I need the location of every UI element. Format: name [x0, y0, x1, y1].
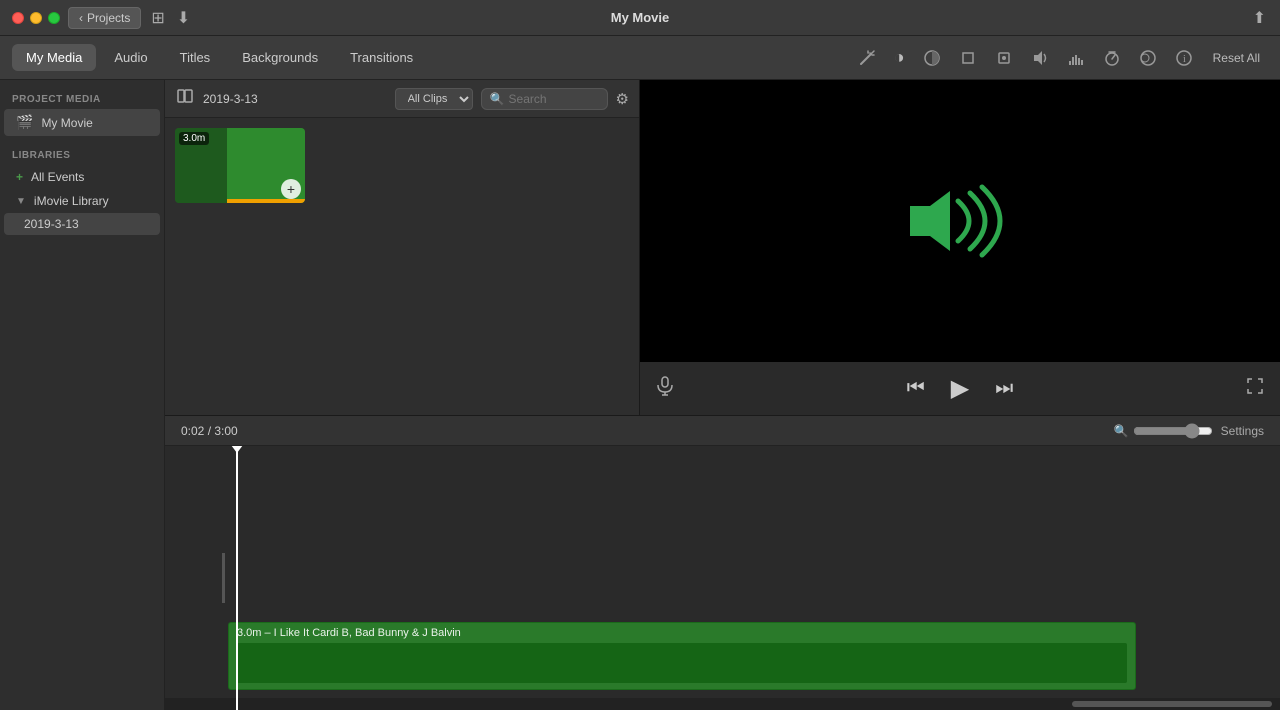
- chevron-left-icon: ‹: [79, 11, 83, 25]
- media-panel-header: 2019-3-13 All Clips 🔍 ⚙: [165, 80, 639, 118]
- projects-button[interactable]: ‹ Projects: [68, 7, 141, 29]
- window-title: My Movie: [611, 10, 670, 25]
- project-media-title: PROJECT MEDIA: [0, 88, 164, 109]
- inspector-button[interactable]: i: [1169, 45, 1199, 71]
- grid-view-button[interactable]: ⊞: [149, 6, 166, 30]
- media-panel-date: 2019-3-13: [203, 92, 258, 106]
- search-input[interactable]: [509, 92, 599, 106]
- crop-button[interactable]: [953, 45, 983, 71]
- tab-audio[interactable]: Audio: [100, 44, 161, 71]
- timeline-settings-button[interactable]: Settings: [1221, 424, 1264, 438]
- clip-thumbnail: 3.0m +: [175, 128, 305, 203]
- clip-add-button[interactable]: +: [281, 179, 301, 199]
- media-panel: 2019-3-13 All Clips 🔍 ⚙: [165, 80, 640, 415]
- media-panel-content: 3.0m +: [165, 118, 639, 415]
- projects-label: Projects: [87, 11, 130, 25]
- skip-to-start-button[interactable]: ⏮: [903, 373, 929, 404]
- timeline-scroll-bar: [165, 698, 1280, 710]
- toolbar: My Media Audio Titles Backgrounds Transi…: [0, 36, 1280, 80]
- search-box: 🔍: [481, 88, 608, 110]
- play-button[interactable]: ▶: [947, 370, 973, 407]
- sidebar-item-my-movie[interactable]: 🎬 My Movie: [4, 109, 160, 136]
- title-bar-left: ‹ Projects ⊞ ⬇: [12, 6, 192, 30]
- arrow-down-button[interactable]: ⬇: [175, 6, 192, 30]
- audio-track-label: 3.0m – I Like It Cardi B, Bad Bunny & J …: [229, 623, 1135, 643]
- maximize-button[interactable]: [48, 12, 60, 24]
- timeline-time-display: 0:02 / 3:00: [181, 424, 238, 438]
- sidebar-item-imovie-library[interactable]: ▼ iMovie Library: [4, 189, 160, 213]
- toolbar-tabs: My Media Audio Titles Backgrounds Transi…: [0, 44, 439, 71]
- toggle-sidebar-button[interactable]: [175, 86, 195, 111]
- timeline-audio-track[interactable]: 3.0m – I Like It Cardi B, Bad Bunny & J …: [228, 622, 1136, 690]
- sidebar-item-all-events[interactable]: + All Events: [4, 165, 160, 189]
- mic-button[interactable]: [656, 376, 674, 401]
- traffic-lights: [12, 12, 60, 24]
- settings-gear-button[interactable]: ⚙: [616, 90, 629, 108]
- tab-my-media[interactable]: My Media: [12, 44, 96, 71]
- triangle-down-icon: ▼: [16, 196, 26, 207]
- all-clips-select[interactable]: All Clips: [395, 88, 473, 110]
- timeline-black-line: [222, 553, 225, 603]
- timeline-header: 0:02 / 3:00 🔍 Settings: [165, 416, 1280, 446]
- share-button[interactable]: ⬆: [1251, 6, 1268, 30]
- clip-filter-button[interactable]: [1133, 45, 1163, 71]
- volume-button[interactable]: [1025, 45, 1055, 71]
- sidebar: PROJECT MEDIA 🎬 My Movie LIBRARIES + All…: [0, 80, 165, 710]
- clip-item[interactable]: 3.0m +: [175, 128, 305, 203]
- timeline-playhead: [236, 446, 238, 710]
- sidebar-item-2019-3-13[interactable]: 2019-3-13: [4, 213, 160, 235]
- clip-selection-bar: [227, 199, 305, 203]
- main-content: PROJECT MEDIA 🎬 My Movie LIBRARIES + All…: [0, 80, 1280, 710]
- audio-track-waveform: [237, 643, 1127, 683]
- color-balance-button[interactable]: ◑: [888, 43, 911, 72]
- tab-titles[interactable]: Titles: [166, 44, 225, 71]
- plus-icon: +: [16, 170, 23, 184]
- search-icon: 🔍: [490, 92, 505, 106]
- timeline-content[interactable]: 3.0m – I Like It Cardi B, Bad Bunny & J …: [165, 446, 1280, 710]
- stabilization-button[interactable]: [989, 45, 1019, 71]
- reset-all-button[interactable]: Reset All: [1205, 47, 1268, 69]
- clip-duration-badge: 3.0m: [179, 132, 209, 145]
- svg-text:i: i: [1183, 54, 1186, 65]
- playhead-triangle: [231, 446, 243, 453]
- libraries-title: LIBRARIES: [0, 144, 164, 165]
- preview-controls-center: ⏮ ▶ ⏭: [903, 370, 1017, 407]
- preview-video: [640, 80, 1280, 362]
- zoom-slider[interactable]: [1133, 423, 1213, 439]
- noise-reduction-button[interactable]: [1061, 45, 1091, 71]
- timeline-zoom-slider: 🔍: [1114, 423, 1213, 439]
- timeline-scrollbar[interactable]: [1072, 701, 1272, 707]
- timeline-area: 0:02 / 3:00 🔍 Settings 3.0m –: [165, 415, 1280, 710]
- magic-wand-button[interactable]: [852, 45, 882, 71]
- skip-to-end-button[interactable]: ⏭: [991, 373, 1017, 404]
- close-button[interactable]: [12, 12, 24, 24]
- minimize-button[interactable]: [30, 12, 42, 24]
- share-icon: ⬆: [1253, 8, 1266, 28]
- toolbar-right: ◑: [840, 43, 1280, 72]
- zoom-out-icon: 🔍: [1114, 424, 1129, 438]
- film-icon: 🎬: [16, 114, 33, 131]
- fullscreen-button[interactable]: [1246, 377, 1264, 400]
- tab-transitions[interactable]: Transitions: [336, 44, 427, 71]
- preview-panel: ⏮ ▶ ⏭: [640, 80, 1280, 415]
- title-bar-right: ⬆: [1251, 6, 1268, 30]
- volume-indicator: [900, 181, 1020, 261]
- tab-backgrounds[interactable]: Backgrounds: [228, 44, 332, 71]
- speed-button[interactable]: [1097, 45, 1127, 71]
- color-correction-button[interactable]: [917, 45, 947, 71]
- preview-controls: ⏮ ▶ ⏭: [640, 362, 1280, 415]
- title-bar: ‹ Projects ⊞ ⬇ My Movie ⬆: [0, 0, 1280, 36]
